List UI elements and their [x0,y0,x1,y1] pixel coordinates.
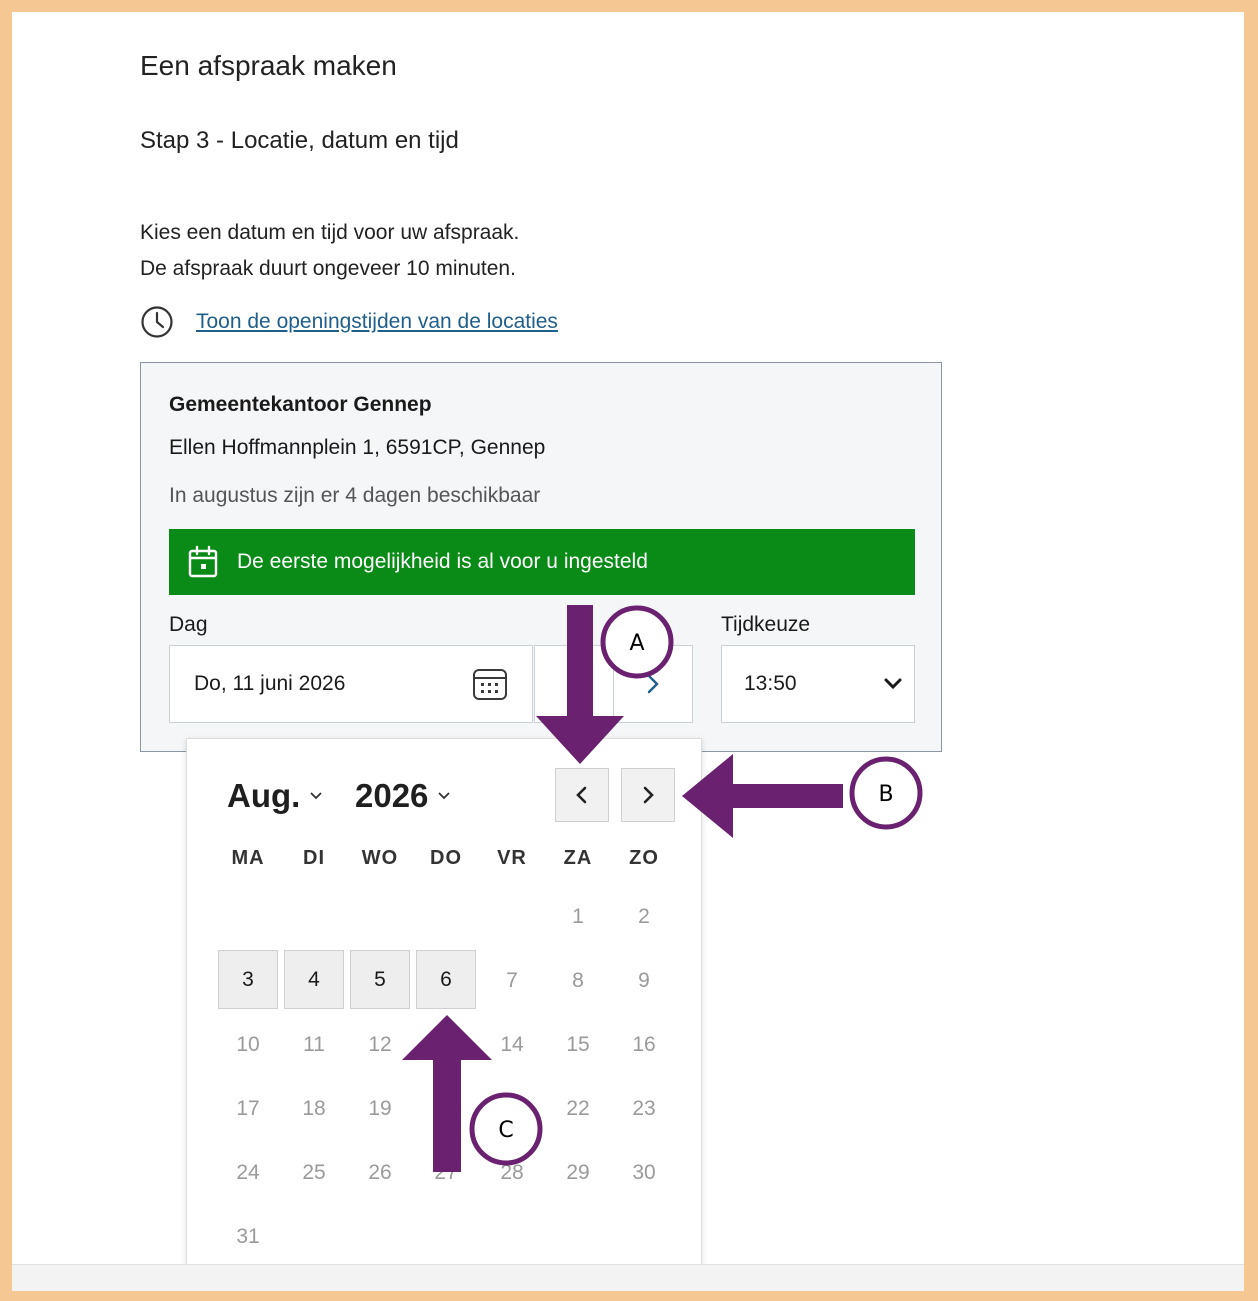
calendar-day-unavailable: 16 [632,1033,656,1056]
time-label: Tijdkeuze [721,613,811,636]
date-input[interactable]: Do, 11 juni 2026 [169,645,533,723]
time-value: 13:50 [744,672,797,695]
weekday-label: WO [361,847,399,869]
year-value: 2026 [355,777,429,814]
calendar-blank-cell [413,885,479,949]
location-card: Gemeentekantoor Gennep Ellen Hoffmannple… [140,362,942,752]
calendar-day-available[interactable]: 3 [218,950,278,1009]
success-message: De eerste mogelijkheid is al voor u inge… [237,550,648,573]
calendar-day-unavailable: 29 [566,1161,590,1184]
month-select[interactable]: Aug. [227,777,322,815]
footer-band [12,1264,1244,1291]
calendar-blank-cell [479,885,545,949]
intro-text: Kies een datum en tijd voor uw afspraak.… [140,215,519,287]
day-label: Dag [169,613,208,636]
step-title: Stap 3 - Locatie, datum en tijd [140,127,459,154]
calendar-day-unavailable: 7 [506,969,518,992]
calendar-days-grid: 1 2 3 4 5 6 7 8 9 10 11 12 13 14 15 16 17 18 19 20 21 22 23 24 2… [215,885,677,1269]
opening-hours-link[interactable]: Toon de openingstijden van de locaties [196,310,558,334]
calendar-day-unavailable: 19 [368,1097,392,1120]
chevron-down-icon [438,792,451,800]
open-calendar-button[interactable] [470,664,510,704]
calendar-day-unavailable: 27 [434,1161,458,1184]
date-value: Do, 11 juni 2026 [194,672,346,695]
calendar-day-available[interactable]: 4 [284,950,344,1009]
page-title: Een afspraak maken [140,50,397,81]
calendar-day-unavailable: 30 [632,1161,656,1184]
previous-month-button[interactable] [555,768,609,822]
calendar-icon [188,545,218,578]
calendar-day-unavailable: 10 [236,1033,260,1056]
location-name: Gemeentekantoor Gennep [169,393,432,416]
year-select[interactable]: 2026 [355,777,451,815]
chevron-down-icon [310,792,322,800]
next-day-button[interactable] [613,645,693,723]
calendar-day-unavailable: 25 [302,1161,326,1184]
calendar-day-available[interactable]: 6 [416,950,476,1009]
weekday-header: MA DI WO DO VR ZA ZO [215,847,677,870]
calendar-blank-cell [347,885,413,949]
previous-day-button[interactable] [534,645,614,723]
calendar-day-unavailable: 12 [368,1033,392,1056]
calendar-day-unavailable: 8 [572,969,584,992]
time-select[interactable]: 13:50 [721,645,915,723]
intro-line-1: Kies een datum en tijd voor uw afspraak. [140,221,520,244]
calendar-blank-cell [215,885,281,949]
chevron-right-icon [647,674,659,694]
weekday-label: ZO [629,847,659,869]
calendar-blank-cell [281,885,347,949]
calendar-day-unavailable: 24 [236,1161,260,1184]
weekday-label: DO [430,847,462,869]
next-month-button[interactable] [621,768,675,822]
weekday-label: VR [497,847,527,869]
calendar-day-unavailable: 14 [500,1033,524,1056]
calendar-day-unavailable: 22 [566,1097,590,1120]
weekday-label: ZA [563,847,593,869]
month-value: Aug. [227,777,301,814]
clock-icon [141,306,173,338]
datepicker-popup: Aug. 2026 MA DI WO DO VR ZA ZO 1 2 3 4 5 6 7 8 9 10 11 12… [186,738,702,1278]
calendar-day-unavailable: 20 [434,1097,458,1120]
success-notice: De eerste mogelijkheid is al voor u inge… [169,529,915,595]
calendar-day-unavailable: 1 [572,905,584,928]
calendar-day-unavailable: 26 [368,1161,392,1184]
calendar-day-available[interactable]: 5 [350,950,410,1009]
opening-hours-row: Toon de openingstijden van de locaties [140,305,558,339]
calendar-day-unavailable: 21 [500,1097,524,1120]
calendar-day-unavailable: 28 [500,1161,524,1184]
calendar-day-unavailable: 17 [236,1097,260,1120]
chevron-down-icon [884,678,902,690]
calendar-day-unavailable: 2 [638,905,650,928]
calendar-day-unavailable: 11 [303,1033,325,1056]
location-address: Ellen Hoffmannplein 1, 6591CP, Gennep [169,436,546,459]
weekday-label: DI [303,847,325,869]
page-frame: Een afspraak maken Stap 3 - Locatie, dat… [12,12,1244,1291]
intro-line-2: De afspraak duurt ongeveer 10 minuten. [140,257,516,280]
calendar-day-unavailable: 31 [236,1225,260,1248]
calendar-day-unavailable: 9 [638,969,650,992]
calendar-day-unavailable: 23 [632,1097,656,1120]
calendar-day-unavailable: 13 [434,1033,458,1056]
availability-text: In augustus zijn er 4 dagen beschikbaar [169,484,541,507]
chevron-left-icon [576,786,587,804]
calendar-day-unavailable: 18 [302,1097,326,1120]
calendar-day-unavailable: 15 [566,1033,590,1056]
chevron-right-icon [643,786,654,804]
calendar-grid-icon [473,669,507,700]
weekday-label: MA [231,847,265,869]
